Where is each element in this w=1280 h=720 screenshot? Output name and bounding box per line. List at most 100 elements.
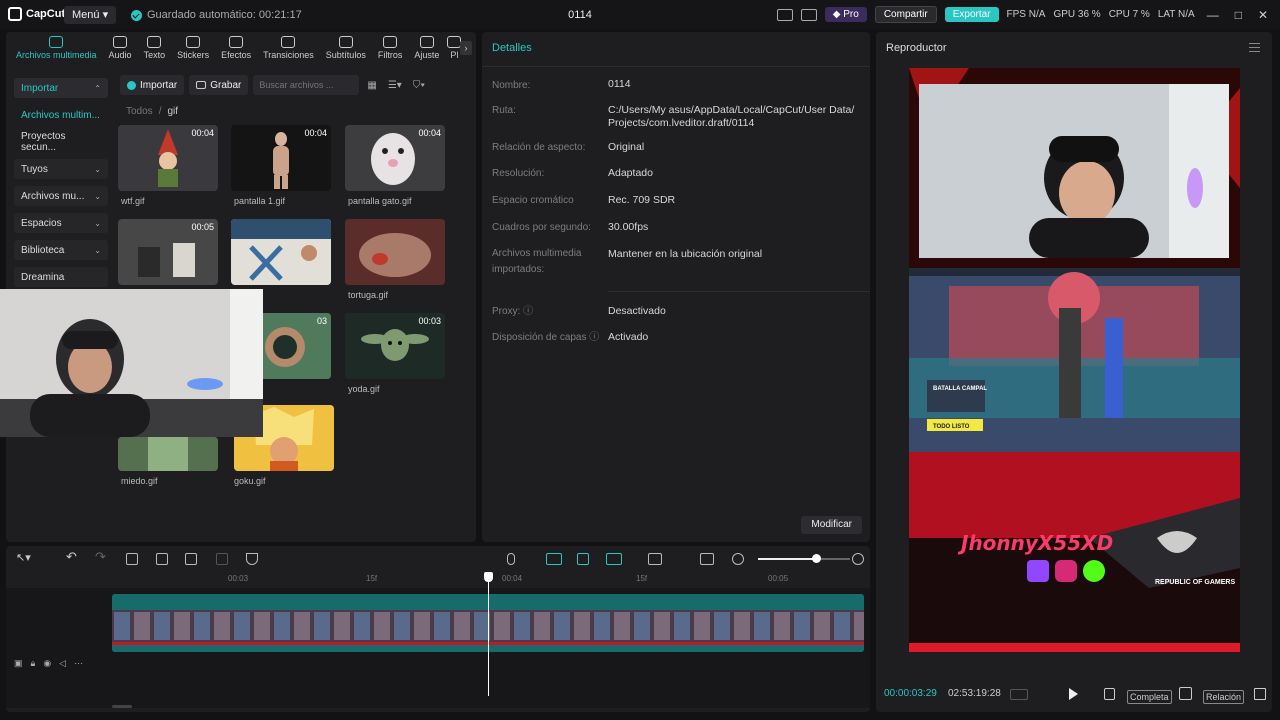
trim-right-icon[interactable]: [185, 553, 197, 565]
redo-icon[interactable]: ↷: [95, 549, 107, 564]
search-input[interactable]: [253, 75, 360, 95]
record-label: Grabar: [210, 79, 242, 91]
preview-canvas: BATALLA CAMPAL TODO LISTO JhonnyX55XD RE…: [909, 68, 1240, 652]
delete-icon[interactable]: [216, 553, 228, 565]
breadcrumb-root[interactable]: Todos: [126, 106, 153, 117]
tab-effects[interactable]: Efectos: [215, 36, 257, 68]
lock-icon[interactable]: 🔒︎: [31, 658, 36, 669]
detail-label-aspect: Relación de aspecto:: [492, 142, 586, 153]
chevron-right-icon[interactable]: ›: [460, 41, 472, 55]
minimize-icon[interactable]: —: [1203, 8, 1223, 22]
modify-button[interactable]: Modificar: [801, 516, 862, 534]
menu-icon[interactable]: [1249, 43, 1260, 52]
keyboard-icon[interactable]: [800, 8, 817, 21]
sidebar-item-media-2[interactable]: Archivos mu... ⌄: [14, 186, 108, 206]
cursor-icon[interactable]: ↖▾: [16, 551, 31, 564]
trim-left-icon[interactable]: [156, 553, 168, 565]
playhead[interactable]: [488, 572, 489, 696]
media-thumb-wtf[interactable]: 00:04: [118, 125, 218, 191]
adjust-icon: [419, 36, 434, 48]
sidebar-item-dreamina[interactable]: Dreamina: [14, 267, 108, 287]
import-button[interactable]: Importar: [120, 75, 185, 95]
tab-adjust[interactable]: Ajuste: [408, 36, 445, 68]
sidebar-item-import[interactable]: Importar ⌃: [14, 78, 108, 98]
tab-transitions[interactable]: Transiciones: [257, 36, 320, 68]
record-button[interactable]: Grabar: [189, 75, 249, 95]
sidebar-item-subprojects[interactable]: Proyectos secun...: [14, 131, 108, 153]
film-frame: [374, 612, 390, 640]
preview-stage[interactable]: BATALLA CAMPAL TODO LISTO JhonnyX55XD RE…: [909, 68, 1240, 652]
sidebar-item-media[interactable]: Archivos multim...: [14, 105, 108, 125]
media-thumb-bello[interactable]: [231, 219, 331, 285]
info-icon[interactable]: ⓘ: [523, 306, 533, 317]
sort-icon[interactable]: ☰▾: [385, 80, 405, 91]
filter-icon[interactable]: ⛉▾: [410, 80, 428, 91]
media-thumb-dogs[interactable]: 00:05: [118, 219, 218, 285]
grid-view-icon[interactable]: ▦: [364, 80, 379, 91]
layout-icon[interactable]: [776, 8, 793, 21]
sidebar-item-library[interactable]: Biblioteca ⌄: [14, 240, 108, 260]
pro-button[interactable]: ◆ Pro: [824, 7, 867, 22]
fit-icon[interactable]: [700, 553, 714, 565]
ratio-button[interactable]: Relación: [1203, 690, 1245, 704]
top-bar: CapCut Menú ▾ Guardado automático: 00:21…: [0, 0, 1280, 30]
shield-icon[interactable]: [246, 553, 258, 565]
share-button[interactable]: Compartir: [874, 6, 937, 23]
eye-icon[interactable]: ◉: [43, 658, 51, 669]
tab-label: Transiciones: [263, 50, 314, 60]
media-duration: 00:04: [418, 128, 441, 138]
film-frame: [114, 612, 130, 640]
undo-icon[interactable]: ↶: [66, 549, 78, 564]
media-thumb-pantalla1[interactable]: 00:04: [231, 125, 331, 191]
fullscreen-icon[interactable]: [1254, 688, 1266, 700]
webcam-overlay: [0, 289, 263, 437]
details-title: Detalles: [492, 42, 532, 54]
split-icon[interactable]: [126, 553, 138, 565]
cover-icon[interactable]: ▣: [14, 658, 23, 669]
preview-axis-icon[interactable]: [648, 553, 662, 565]
microphone-icon[interactable]: [507, 553, 515, 565]
tab-filters[interactable]: Filtros: [372, 36, 409, 68]
magnet-icon[interactable]: [577, 553, 589, 565]
brand-text: REPUBLIC OF GAMERS: [1155, 579, 1235, 586]
tab-plugins[interactable]: Pl: [445, 36, 462, 68]
media-thumb-pantalla-gato[interactable]: 00:04: [345, 125, 445, 191]
zoom-out-icon[interactable]: [732, 553, 744, 565]
tiktok-icon[interactable]: [1104, 688, 1115, 700]
tab-audio[interactable]: Audio: [103, 36, 138, 68]
playhead-handle[interactable]: [484, 572, 493, 582]
tab-subtitles[interactable]: Subtítulos: [320, 36, 372, 68]
zoom-slider[interactable]: [758, 554, 850, 563]
info-icon[interactable]: ⓘ: [589, 332, 599, 343]
link-icon[interactable]: [606, 553, 622, 565]
timeline-scrollbar[interactable]: [112, 705, 132, 708]
zoom-slider-knob[interactable]: [811, 554, 821, 563]
media-thumb-yoda[interactable]: 00:03: [345, 313, 445, 379]
sidebar-item-yours[interactable]: Tuyos ⌄: [14, 159, 108, 179]
tab-media[interactable]: Archivos multimedia: [10, 36, 103, 68]
link-main-icon[interactable]: [546, 553, 562, 565]
close-icon[interactable]: ✕: [1254, 8, 1272, 22]
film-frame: [254, 612, 270, 640]
film-frame: [514, 612, 530, 640]
export-label: Exportar: [952, 9, 991, 20]
audio-mute-icon[interactable]: ◁: [59, 658, 66, 669]
more-icon[interactable]: ⋯: [74, 658, 83, 669]
media-thumb-miedo[interactable]: [118, 437, 218, 471]
tab-text[interactable]: Texto: [138, 36, 172, 68]
timeline-view-icon[interactable]: [1010, 689, 1028, 700]
sidebar-item-label: Tuyos: [21, 163, 48, 175]
film-frame: [354, 612, 370, 640]
film-frame: [214, 612, 230, 640]
breadcrumb-separator: /: [158, 106, 162, 117]
zoom-in-icon[interactable]: [852, 553, 864, 565]
sidebar-item-spaces[interactable]: Espacios ⌄: [14, 213, 108, 233]
full-quality-button[interactable]: Completa: [1127, 690, 1172, 704]
play-icon[interactable]: [1069, 688, 1078, 700]
maximize-icon[interactable]: □: [1231, 8, 1246, 22]
detail-label-proxy: Proxy:: [492, 306, 521, 317]
media-thumb-tortuga[interactable]: [345, 219, 445, 285]
focus-icon[interactable]: [1179, 687, 1192, 700]
export-button[interactable]: Exportar: [944, 7, 999, 22]
tab-stickers[interactable]: Stickers: [171, 36, 215, 68]
